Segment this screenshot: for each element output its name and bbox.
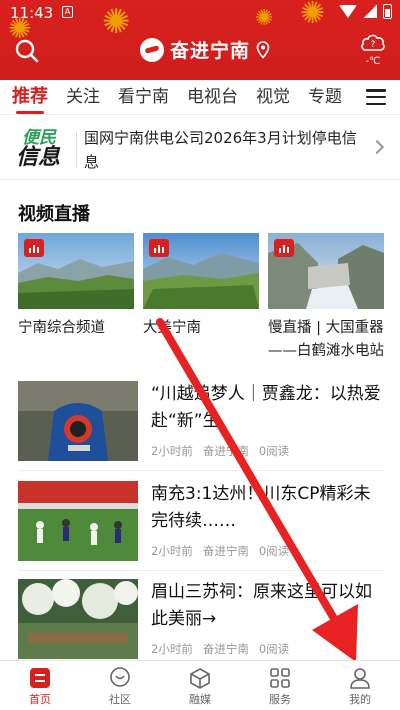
- nav-label: 融媒: [189, 693, 211, 706]
- battery-icon: [383, 4, 392, 19]
- nav-media[interactable]: 融媒: [160, 661, 240, 710]
- tab-tv[interactable]: 电视台: [187, 85, 238, 109]
- divider: [18, 470, 384, 471]
- news-meta: 2小时前 奋进宁南 0阅读: [151, 443, 289, 459]
- status-time: 11:43: [10, 4, 54, 22]
- news-thumbnail: [18, 579, 138, 659]
- media-cube-icon: [190, 668, 210, 689]
- athlete-image: [18, 381, 138, 461]
- video-title: 宁南综合频道: [18, 320, 105, 336]
- home-icon: [30, 668, 50, 688]
- app-header: ✺ ✺ ✺ ✺ 11:43 A 奋进宁南 ? -℃: [0, 0, 400, 80]
- live-badge-icon: [149, 239, 169, 257]
- news-time: 2小时前: [151, 642, 193, 656]
- news-thumbnail: [18, 481, 138, 561]
- news-meta: 2小时前 奋进宁南 0阅读: [151, 543, 289, 559]
- tab-recommend[interactable]: 推荐: [12, 85, 48, 114]
- channel-menu-icon[interactable]: [366, 89, 386, 105]
- video-title: 大美宁南: [143, 320, 201, 336]
- nav-services[interactable]: 服务: [240, 661, 320, 710]
- bottom-navigation: 首页 社区 融媒 服务 我的: [0, 660, 400, 710]
- app-name: 奋进宁南: [170, 40, 251, 62]
- video-thumbnail: [143, 233, 259, 309]
- news-title: 南充3:1达州！川东CP精彩未完待续……: [151, 484, 371, 531]
- news-title: “川越追梦人｜贾鑫龙：以热爱赴“新”生: [151, 384, 381, 431]
- search-icon[interactable]: [14, 38, 40, 64]
- live-video-card[interactable]: 宁南综合频道: [18, 233, 134, 363]
- channel-tabs: 推荐 关注 看宁南 电视台 视觉 专题: [0, 80, 400, 114]
- location-pin-icon[interactable]: [256, 40, 270, 59]
- sim-icon: A: [62, 6, 73, 18]
- tab-see-ningnan[interactable]: 看宁南: [118, 85, 169, 109]
- live-badge-icon: [24, 239, 44, 257]
- news-time: 2小时前: [151, 444, 193, 458]
- news-source: 奋进宁南: [202, 544, 249, 558]
- nav-label: 服务: [269, 693, 291, 706]
- news-time: 2小时前: [151, 544, 193, 558]
- garden-image: [18, 579, 138, 659]
- news-item[interactable]: “川越追梦人｜贾鑫龙：以热爱赴“新”生 2小时前 奋进宁南 0阅读: [18, 381, 384, 461]
- wifi-icon: [339, 5, 357, 18]
- community-icon: [110, 667, 130, 687]
- news-reads: 0阅读: [258, 544, 290, 558]
- video-thumbnail: [268, 233, 384, 309]
- tab-follow[interactable]: 关注: [66, 85, 100, 109]
- nav-home[interactable]: 首页: [0, 661, 80, 710]
- news-source: 奋进宁南: [202, 444, 249, 458]
- convenience-notice[interactable]: 便民 信息 国网宁南供电公司2026年3月计划停电信息: [0, 120, 400, 180]
- nav-label: 首页: [29, 693, 51, 706]
- weather-widget[interactable]: ? -℃: [358, 30, 388, 67]
- cloud-question-icon: ?: [361, 34, 385, 51]
- section-title-live: 视频直播: [18, 204, 90, 225]
- app-logo: 奋进宁南: [140, 36, 270, 63]
- services-grid-icon: [270, 668, 290, 688]
- profile-icon: [350, 668, 370, 689]
- news-item[interactable]: 南充3:1达州！川东CP精彩未完待续…… 2小时前 奋进宁南 0阅读: [18, 481, 384, 561]
- notice-text: 国网宁南供电公司2026年3月计划停电信息: [84, 129, 357, 171]
- tab-visual[interactable]: 视觉: [256, 85, 290, 109]
- news-reads: 0阅读: [258, 444, 290, 458]
- weather-temp: -℃: [365, 56, 381, 67]
- status-bar: 11:43 A: [0, 0, 400, 26]
- signal-icon: [363, 5, 377, 18]
- convenience-info-badge: 便民 信息: [16, 128, 70, 170]
- nav-label: 我的: [349, 693, 371, 706]
- divider: [18, 570, 384, 571]
- divider: [76, 132, 77, 168]
- news-item[interactable]: 眉山三苏祠：原来这里可以如此美丽→ 2小时前 奋进宁南 0阅读: [18, 579, 384, 659]
- news-reads: 0阅读: [258, 642, 290, 656]
- video-thumbnail: [18, 233, 134, 309]
- football-match-image: [18, 481, 138, 561]
- nav-community[interactable]: 社区: [80, 661, 160, 710]
- nav-profile[interactable]: 我的: [320, 661, 400, 710]
- logo-mark-icon: [140, 37, 164, 62]
- live-badge-icon: [274, 239, 294, 257]
- live-video-card[interactable]: 大美宁南: [143, 233, 259, 363]
- news-meta: 2小时前 奋进宁南 0阅读: [151, 641, 289, 657]
- tab-topics[interactable]: 专题: [308, 85, 342, 109]
- video-title: 慢直播 | 大国重器——白鹤滩水电站: [268, 320, 384, 359]
- badge-bottom-text: 信息: [16, 145, 61, 170]
- news-thumbnail: [18, 381, 138, 461]
- nav-label: 社区: [109, 693, 131, 706]
- news-title: 眉山三苏祠：原来这里可以如此美丽→: [151, 582, 372, 629]
- news-source: 奋进宁南: [202, 642, 249, 656]
- chevron-right-icon: [369, 139, 385, 155]
- live-video-card[interactable]: 慢直播 | 大国重器——白鹤滩水电站: [268, 233, 384, 363]
- live-video-list: 宁南综合频道 大美宁南 慢直播 | 大国重器——白鹤滩水电站: [18, 233, 384, 363]
- divider: [0, 114, 400, 115]
- svg-text:?: ?: [371, 40, 376, 50]
